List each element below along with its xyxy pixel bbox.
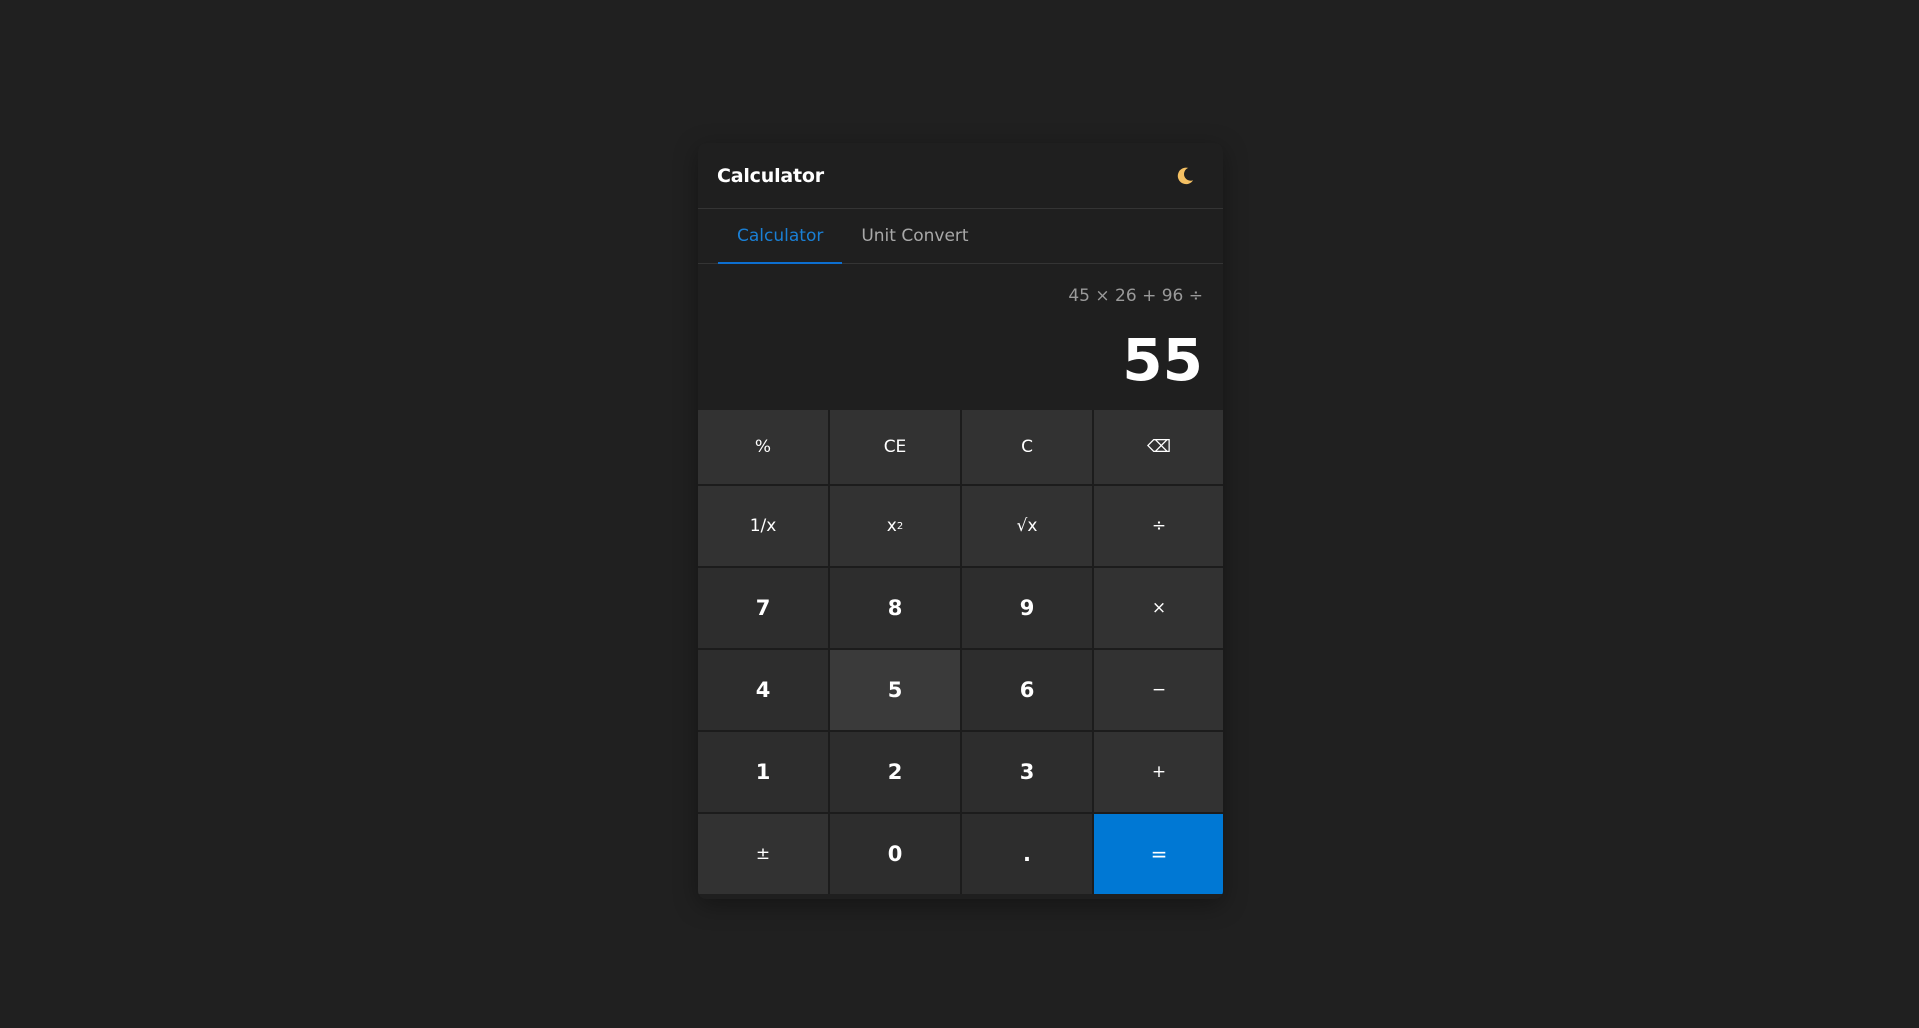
square-base: x <box>886 516 897 536</box>
digit-3-button[interactable]: 3 <box>962 732 1092 812</box>
minus-button[interactable]: − <box>1094 650 1223 730</box>
display: 45 × 26 + 96 ÷ 55 <box>698 264 1223 410</box>
digit-1-button[interactable]: 1 <box>698 732 828 812</box>
expression-text: 45 × 26 + 96 ÷ <box>1068 286 1203 306</box>
moon-icon <box>1177 167 1194 184</box>
sqrt-button[interactable]: √x <box>962 486 1092 566</box>
digit-4-button[interactable]: 4 <box>698 650 828 730</box>
digit-7-button[interactable]: 7 <box>698 568 828 648</box>
keypad: % CE C ⌫ 1/x x2 √x ÷ 7 8 9 × 4 5 6 − 1 2… <box>698 410 1223 894</box>
theme-toggle-button[interactable] <box>1167 158 1203 194</box>
digit-2-button[interactable]: 2 <box>830 732 960 812</box>
plus-button[interactable]: + <box>1094 732 1223 812</box>
backspace-icon: ⌫ <box>1146 437 1172 457</box>
tab-calculator[interactable]: Calculator <box>718 209 843 264</box>
equals-button[interactable]: = <box>1094 814 1223 894</box>
digit-0-button[interactable]: 0 <box>830 814 960 894</box>
app-title: Calculator <box>717 164 824 187</box>
tab-unit-convert[interactable]: Unit Convert <box>842 209 987 263</box>
reciprocal-button[interactable]: 1/x <box>698 486 828 566</box>
multiply-button[interactable]: × <box>1094 568 1223 648</box>
mode-tabs: Calculator Unit Convert <box>698 209 1223 264</box>
digit-5-button[interactable]: 5 <box>830 650 960 730</box>
digit-8-button[interactable]: 8 <box>830 568 960 648</box>
square-button[interactable]: x2 <box>830 486 960 566</box>
divide-button[interactable]: ÷ <box>1094 486 1223 566</box>
calculator-window: Calculator Calculator Unit Convert 45 × … <box>698 143 1223 899</box>
title-bar: Calculator <box>698 143 1223 209</box>
digit-6-button[interactable]: 6 <box>962 650 1092 730</box>
percent-button[interactable]: % <box>698 410 828 484</box>
clear-button[interactable]: C <box>962 410 1092 484</box>
clear-entry-button[interactable]: CE <box>830 410 960 484</box>
backspace-button[interactable]: ⌫ <box>1094 410 1223 484</box>
digit-9-button[interactable]: 9 <box>962 568 1092 648</box>
result-text: 55 <box>1122 326 1203 394</box>
decimal-button[interactable]: . <box>962 814 1092 894</box>
square-exponent: 2 <box>896 520 904 532</box>
negate-button[interactable]: ± <box>698 814 828 894</box>
